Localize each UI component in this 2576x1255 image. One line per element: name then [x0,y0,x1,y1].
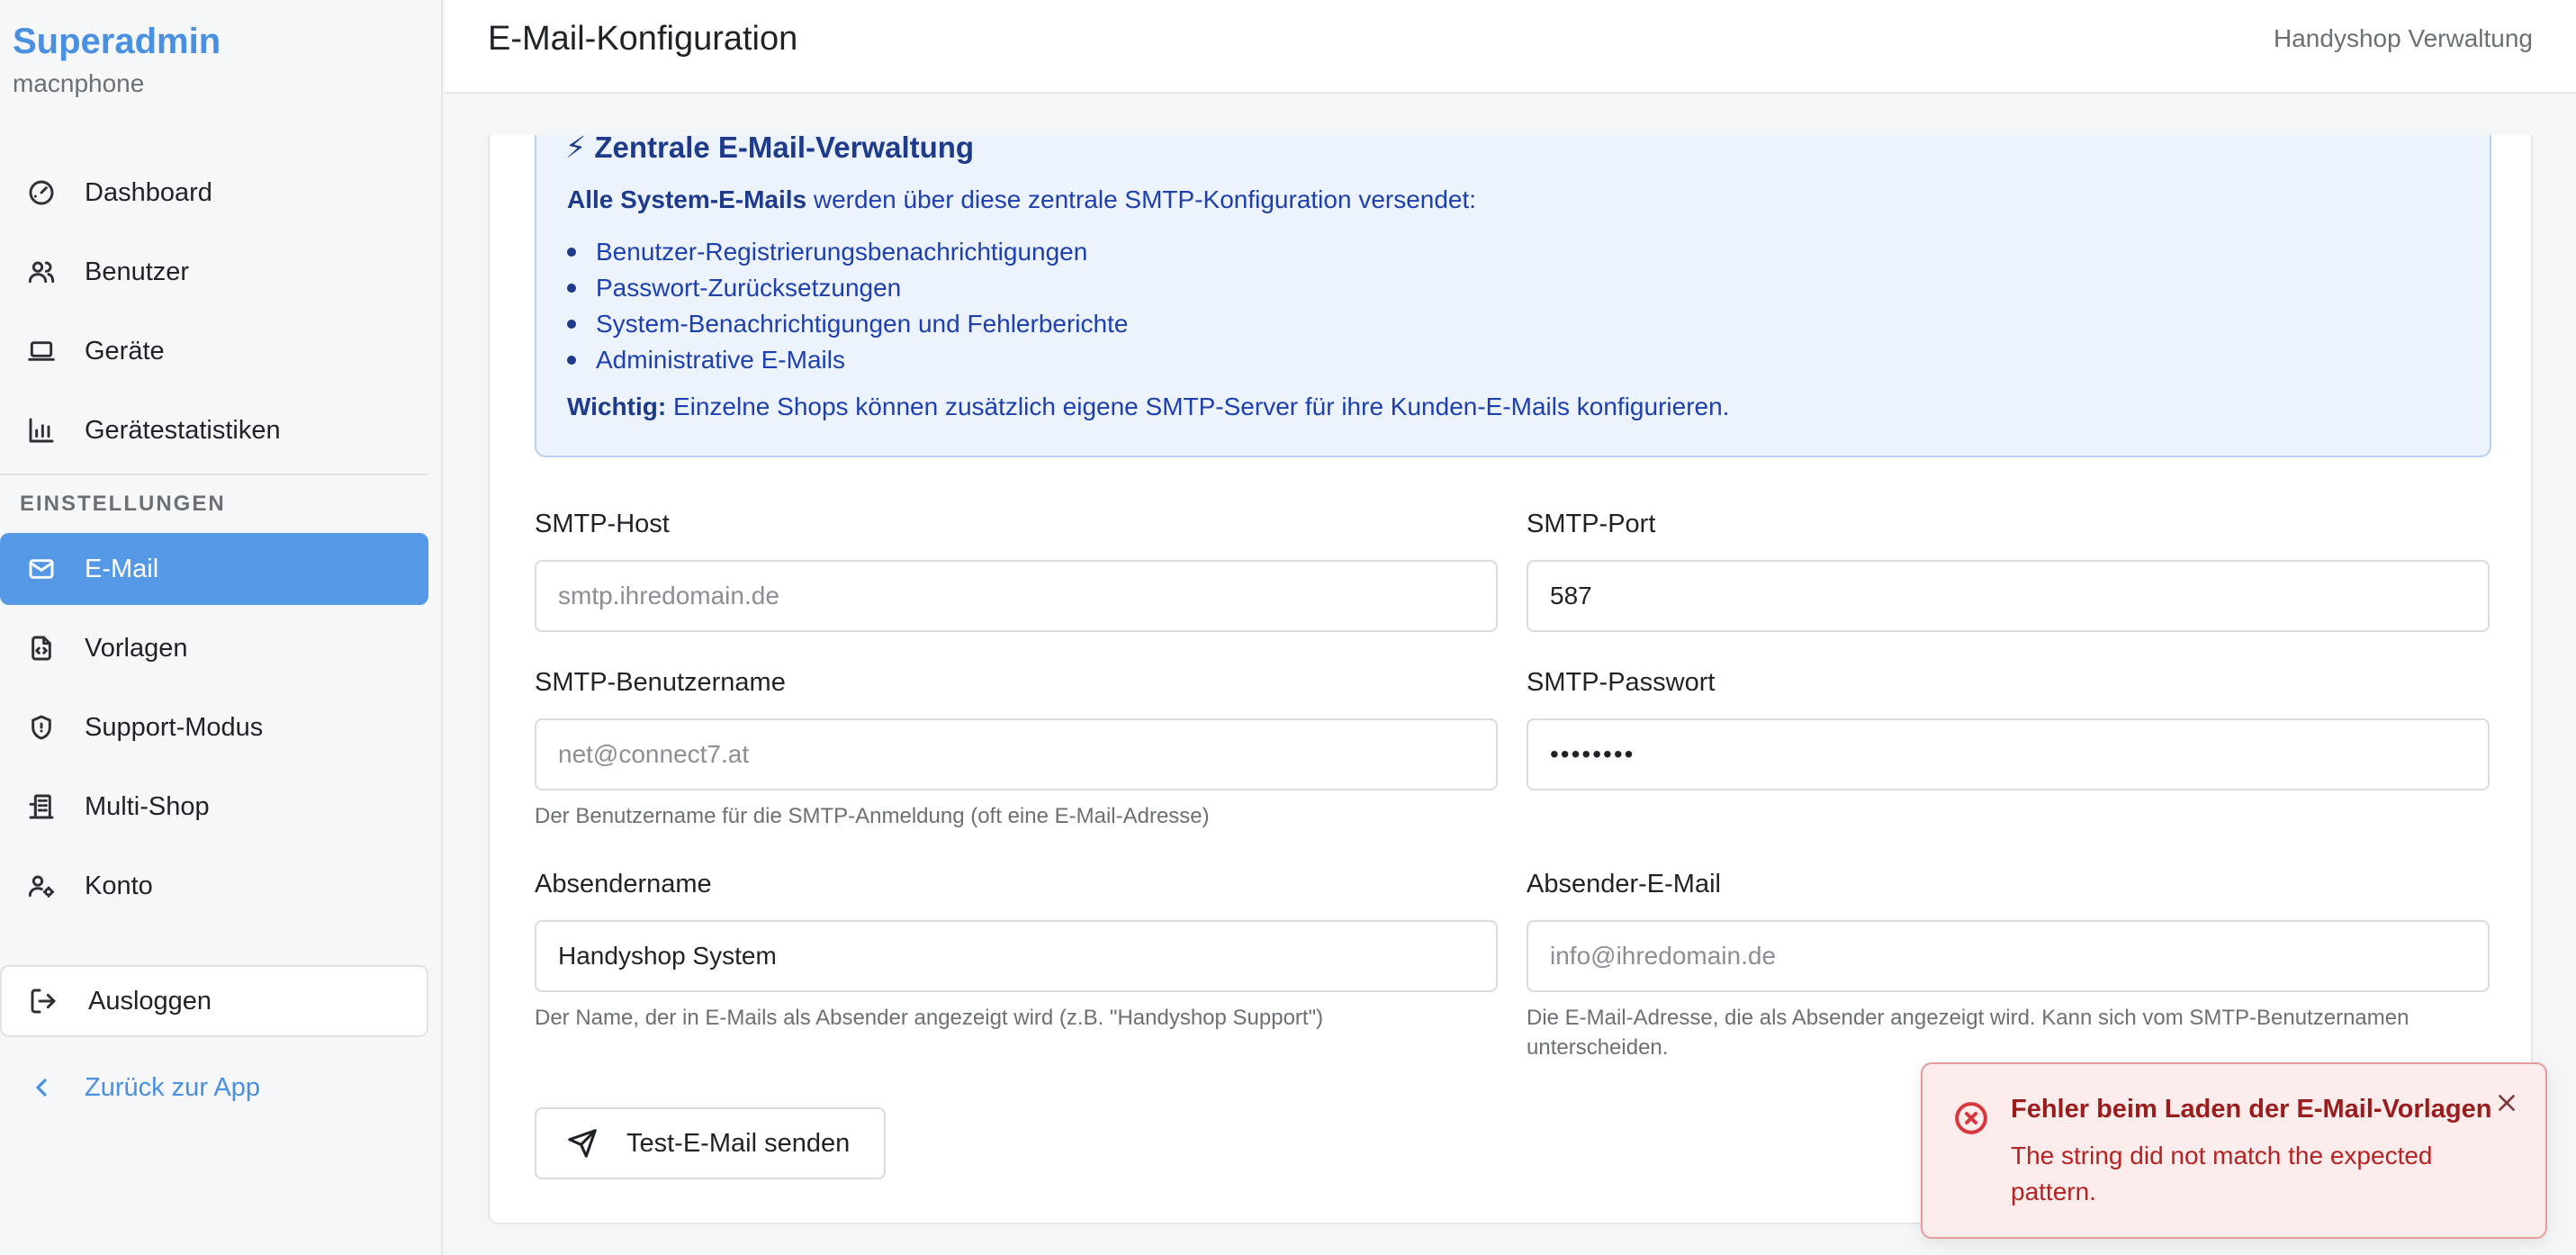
list-item-text: System-Benachrichtigungen und Fehlerberi… [596,310,1129,338]
smtp-password-input[interactable] [1527,718,2490,790]
smtp-username-input[interactable] [535,718,1498,790]
file-code-icon [27,634,56,663]
sender-email-hint: Die E-Mail-Adresse, die als Absender ang… [1527,1006,2409,1060]
chevron-left-icon [27,1073,56,1102]
sidebar-item-vorlagen[interactable]: Vorlagen [0,612,428,684]
list-item-text: Administrative E-Mails [596,346,845,374]
mail-icon [27,555,56,583]
sidebar-item-label: Multi-Shop [85,791,210,821]
back-to-app-link[interactable]: Zurück zur App [0,1052,428,1124]
smtp-password-label: SMTP-Passwort [1527,668,1716,697]
send-test-email-label: Test-E-Mail senden [626,1128,851,1158]
building-icon [27,792,56,821]
section-label-settings: EINSTELLUNGEN [20,492,226,516]
logout-button[interactable]: Ausloggen [0,965,428,1037]
info-note-text: Einzelne Shops können zusätzlich eigene … [666,393,1730,420]
toast-title: Fehler beim Laden der E-Mail-Vorlagen [2011,1095,2492,1124]
users-icon [27,257,56,286]
sidebar-item-label: Vorlagen [85,633,188,663]
bar-chart-icon [27,416,56,445]
gauge-icon [27,178,56,207]
info-title: ⚡ Zentrale E-Mail-Verwaltung [565,131,975,164]
info-note: Wichtig: Einzelne Shops können zusätzlic… [567,393,1729,421]
smtp-username-hint: Der Benutzername für die SMTP-Anmeldung … [535,804,1210,828]
smtp-port-label: SMTP-Port [1527,510,1656,538]
info-intro-text: werden über diese zentrale SMTP-Konfigur… [806,185,1477,213]
sidebar-item-label: Geräte [85,336,165,366]
bullet [567,284,576,293]
sidebar-item-multi-shop[interactable]: Multi-Shop [0,771,428,843]
sidebar-item-label: Gerätestatistiken [85,415,281,445]
smtp-host-label: SMTP-Host [535,510,670,538]
brand-subtitle: macnphone [13,69,145,97]
list-item: Administrative E-Mails [567,342,1128,378]
sidebar-item-label: Support-Modus [85,712,264,742]
sidebar-item-geraete[interactable]: Geräte [0,315,428,387]
sidebar-item-label: E-Mail [85,554,159,583]
sidebar-item-support-modus[interactable]: Support-Modus [0,691,428,763]
sidebar-item-benutzer[interactable]: Benutzer [0,236,428,308]
brand-title: Superadmin [13,22,221,61]
error-toast: Fehler beim Laden der E-Mail-Vorlagen Th… [1921,1062,2547,1239]
sidebar-item-label: Konto [85,871,153,900]
sidebar-divider [0,474,428,475]
sender-name-hint: Der Name, der in E-Mails als Absender an… [535,1006,1324,1030]
shield-icon [27,713,56,742]
bullet [567,320,576,329]
back-to-app-label: Zurück zur App [85,1072,261,1102]
logout-label: Ausloggen [88,986,212,1016]
sender-name-input[interactable] [535,920,1498,992]
list-item: System-Benachrichtigungen und Fehlerberi… [567,306,1128,342]
close-icon[interactable] [2491,1088,2522,1118]
bullet [567,356,576,365]
error-circle-icon [1953,1100,1989,1136]
smtp-host-input[interactable] [535,560,1498,632]
toast-message: The string did not match the expected pa… [2011,1142,2433,1205]
sidebar-item-label: Dashboard [85,177,212,207]
logout-icon [29,987,58,1016]
page-title: E-Mail-Konfiguration [488,20,798,58]
sender-email-label: Absender-E-Mail [1527,870,1721,898]
info-list: Benutzer-Registrierungsbenachrichtigunge… [567,234,1128,378]
smtp-port-input[interactable] [1527,560,2490,632]
info-box: ⚡ Zentrale E-Mail-Verwaltung Alle System… [535,131,2491,457]
bullet [567,248,576,257]
list-item-text: Passwort-Zurücksetzungen [596,274,902,302]
info-intro-bold: Alle System-E-Mails [567,185,807,213]
list-item: Benutzer-Registrierungsbenachrichtigunge… [567,234,1128,270]
sender-name-label: Absendername [535,870,712,898]
sidebar-item-konto[interactable]: Konto [0,850,428,922]
info-intro: Alle System-E-Mails werden über diese ze… [567,185,1476,214]
list-item-text: Benutzer-Registrierungsbenachrichtigunge… [596,238,1088,266]
sidebar: Superadmin macnphone Dashboard Benutzer … [0,0,443,1255]
sidebar-item-geraetestatistiken[interactable]: Gerätestatistiken [0,394,428,466]
sender-email-input[interactable] [1527,920,2490,992]
user-settings-icon [27,871,56,900]
send-icon [567,1128,598,1159]
sidebar-item-label: Benutzer [85,257,190,286]
email-config-card: ⚡ Zentrale E-Mail-Verwaltung Alle System… [488,131,2533,1224]
top-header: E-Mail-Konfiguration Handyshop Verwaltun… [445,0,2576,94]
info-note-bold: Wichtig: [567,393,667,420]
laptop-icon [27,337,56,366]
header-app-name: Handyshop Verwaltung [2274,24,2533,52]
sidebar-item-email[interactable]: E-Mail [0,533,428,605]
send-test-email-button[interactable]: Test-E-Mail senden [535,1107,886,1179]
smtp-username-label: SMTP-Benutzername [535,668,786,697]
list-item: Passwort-Zurücksetzungen [567,270,1128,306]
sidebar-item-dashboard[interactable]: Dashboard [0,157,428,229]
brand: Superadmin macnphone [13,22,221,98]
